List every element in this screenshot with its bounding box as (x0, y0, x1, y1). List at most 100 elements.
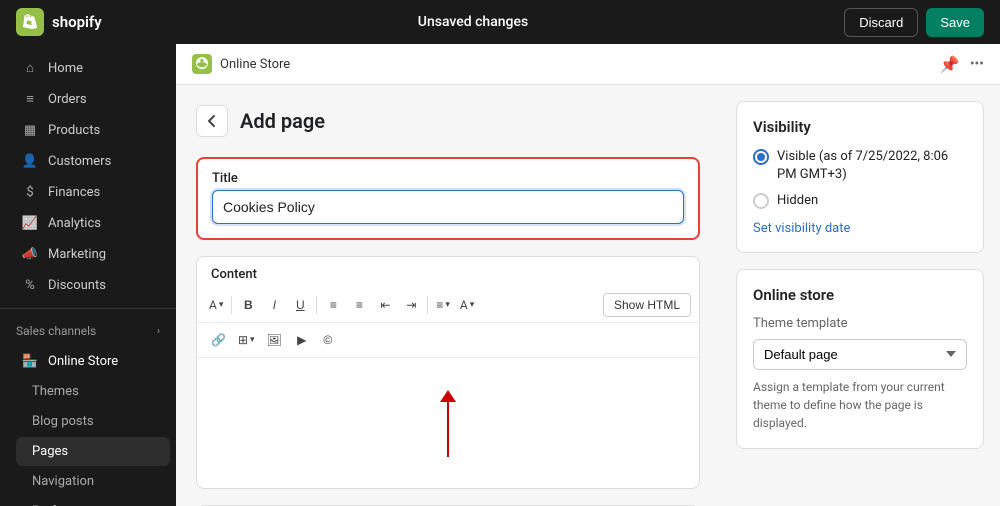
hidden-label: Hidden (777, 192, 818, 210)
save-button[interactable]: Save (926, 8, 984, 37)
snippet-button[interactable]: © (316, 327, 340, 353)
table-dropdown-icon: ▾ (250, 335, 255, 345)
analytics-icon: 📈 (22, 215, 38, 231)
link-button[interactable]: 🔗 (205, 327, 232, 353)
sidebar-item-analytics[interactable]: 📈 Analytics (6, 208, 170, 238)
list-ordered-button[interactable]: ≡ (347, 292, 371, 318)
sidebar-item-blog-posts[interactable]: Blog posts (16, 407, 170, 436)
outdent-button[interactable]: ⇤ (373, 292, 397, 318)
finances-icon: $ (22, 184, 38, 200)
sidebar-item-marketing[interactable]: 📣 Marketing (6, 239, 170, 269)
visibility-title: Visibility (753, 118, 967, 136)
online-store-subsections: Themes Blog posts Pages Navigation Prefe… (10, 377, 176, 506)
store-header: Online Store 📌 ••• (176, 44, 1000, 85)
more-icon[interactable]: ••• (970, 56, 984, 72)
discounts-icon: % (22, 277, 38, 293)
store-header-left: Online Store (192, 54, 290, 74)
online-store-card: Online store Theme template Default page… (736, 269, 984, 449)
sidebar-item-pages[interactable]: Pages (16, 437, 170, 466)
content-area: Add page Title Content A ▾ (176, 85, 1000, 506)
title-section: Title (196, 157, 700, 240)
video-button[interactable]: ▶ (290, 327, 314, 353)
sidebar-item-navigation[interactable]: Navigation (16, 467, 170, 496)
sidebar-item-home-label: Home (48, 61, 83, 76)
visible-label: Visible (as of 7/25/2022, 8:06 PM GMT+3) (777, 148, 967, 184)
visibility-card: Visibility Visible (as of 7/25/2022, 8:0… (736, 101, 984, 253)
sidebar-divider-1 (0, 308, 176, 309)
sidebar-item-orders-label: Orders (48, 92, 87, 107)
discard-button[interactable]: Discard (844, 8, 918, 37)
sidebar-item-online-store[interactable]: 🏪 Online Store (6, 346, 170, 376)
theme-template-select[interactable]: Default page page.contact page.faq (753, 339, 967, 370)
italic-button[interactable]: I (262, 292, 286, 318)
store-icon (192, 54, 212, 74)
unsaved-changes-label: Unsaved changes (118, 14, 829, 30)
set-date-link[interactable]: Set visibility date (753, 221, 967, 236)
sales-channels-header[interactable]: Sales channels › (0, 317, 176, 345)
align-select[interactable]: ≡ ▾ (432, 292, 454, 318)
sidebar-item-preferences[interactable]: Preferences (16, 497, 170, 506)
theme-template-label: Theme template (753, 316, 967, 331)
sidebar-item-discounts[interactable]: % Discounts (6, 270, 170, 300)
main-content: Online Store 📌 ••• Add page (176, 44, 1000, 506)
toolbar-font-select[interactable]: A ▾ (205, 292, 227, 318)
visible-radio[interactable] (753, 149, 769, 165)
sidebar-item-finances[interactable]: $ Finances (6, 177, 170, 207)
products-icon: ▦ (22, 122, 38, 138)
marketing-icon: 📣 (22, 246, 38, 262)
page-editor: Add page Title Content A ▾ (176, 85, 720, 506)
sidebar-item-products-label: Products (48, 123, 100, 138)
chevron-right-icon: › (157, 326, 160, 337)
toolbar-row-2: 🔗 ⊞ ▾ 🖼 ▶ © (197, 323, 699, 358)
toolbar-row-1: A ▾ B I U ≡ ≡ ⇤ ⇥ ≡ (197, 288, 699, 323)
align-dropdown-icon: ▾ (445, 300, 450, 310)
back-header: Add page (196, 105, 700, 137)
topbar-actions: Discard Save (844, 8, 984, 37)
title-input[interactable] (212, 190, 684, 224)
store-header-right: 📌 ••• (940, 55, 984, 74)
show-html-button[interactable]: Show HTML (603, 293, 691, 317)
sidebar-item-themes-label: Themes (32, 384, 79, 399)
hidden-option[interactable]: Hidden (753, 192, 967, 210)
sidebar-item-products[interactable]: ▦ Products (6, 115, 170, 145)
online-store-icon: 🏪 (22, 353, 38, 369)
editor-body[interactable] (197, 358, 699, 488)
table-icon: ⊞ (238, 333, 248, 347)
sidebar-item-orders[interactable]: ≡ Orders (6, 84, 170, 114)
logo-text: shopify (52, 13, 102, 31)
back-button[interactable] (196, 105, 228, 137)
page-title: Add page (240, 109, 325, 133)
align-icon: ≡ (436, 298, 443, 312)
divider-1 (231, 296, 232, 314)
sidebar-item-blog-posts-label: Blog posts (32, 414, 94, 429)
sidebar-item-home[interactable]: ⌂ Home (6, 53, 170, 83)
sidebar-item-customers[interactable]: 👤 Customers (6, 146, 170, 176)
indent-button[interactable]: ⇥ (399, 292, 423, 318)
pin-icon[interactable]: 📌 (940, 55, 960, 74)
divider-2 (316, 296, 317, 314)
font-dropdown-icon: ▾ (219, 300, 224, 310)
sidebar-item-pages-label: Pages (32, 444, 68, 459)
underline-button[interactable]: U (288, 292, 312, 318)
color-icon: A (460, 298, 468, 312)
table-select[interactable]: ⊞ ▾ (234, 327, 259, 353)
sidebar-item-themes[interactable]: Themes (16, 377, 170, 406)
orders-icon: ≡ (22, 91, 38, 107)
visible-option[interactable]: Visible (as of 7/25/2022, 8:06 PM GMT+3) (753, 148, 967, 184)
color-dropdown-icon: ▾ (470, 300, 475, 310)
font-label: A (209, 298, 217, 312)
visibility-radio-group: Visible (as of 7/25/2022, 8:06 PM GMT+3)… (753, 148, 967, 211)
layout: ⌂ Home ≡ Orders ▦ Products 👤 Customers $… (0, 44, 1000, 506)
content-label: Content (197, 257, 699, 288)
sidebar-item-online-store-label: Online Store (48, 354, 118, 369)
list-unordered-button[interactable]: ≡ (321, 292, 345, 318)
theme-template-desc: Assign a template from your current them… (753, 378, 967, 432)
hidden-radio[interactable] (753, 193, 769, 209)
right-panel: Visibility Visible (as of 7/25/2022, 8:0… (720, 85, 1000, 506)
sidebar-item-analytics-label: Analytics (48, 216, 101, 231)
content-section: Content A ▾ B I U ≡ ≡ ⇤ ⇥ (196, 256, 700, 489)
image-button[interactable]: 🖼 (261, 327, 288, 353)
divider-3 (427, 296, 428, 314)
bold-button[interactable]: B (236, 292, 260, 318)
color-select[interactable]: A ▾ (456, 292, 478, 318)
